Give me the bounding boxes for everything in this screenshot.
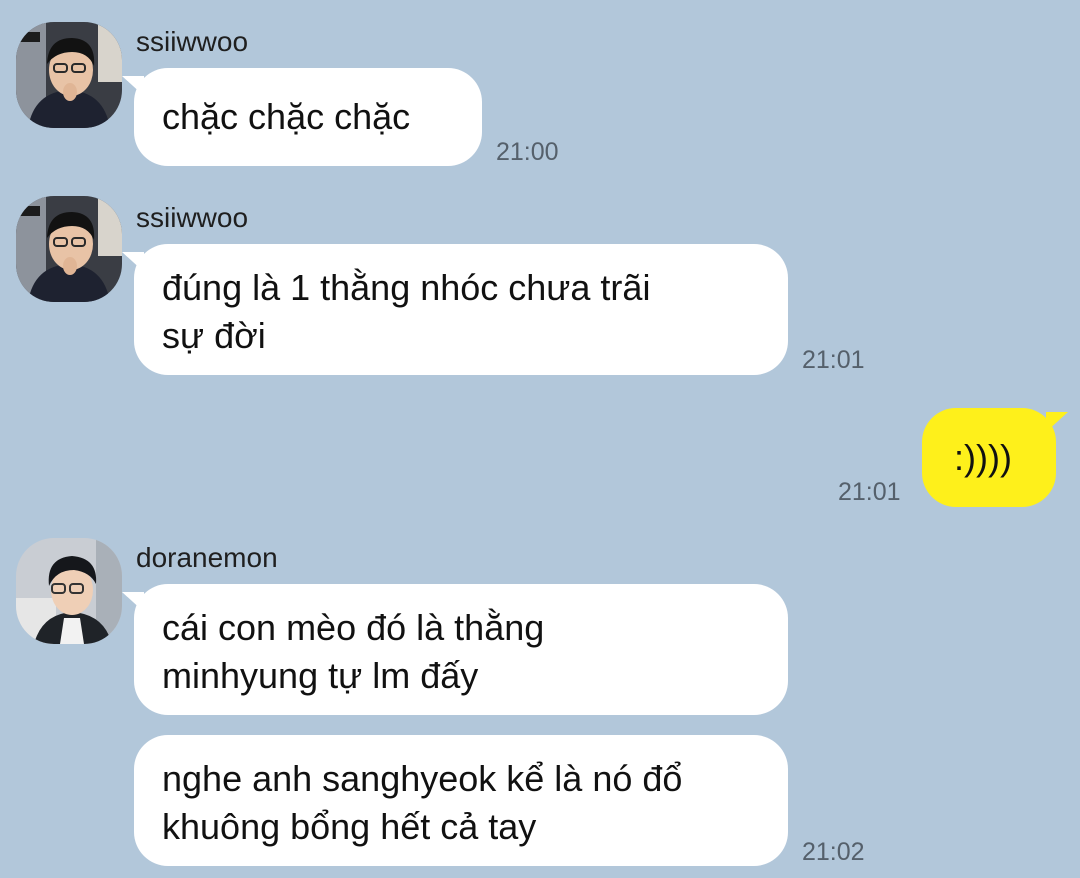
profile-photo-icon	[16, 538, 122, 644]
message-bubble-outgoing[interactable]: :))))	[922, 408, 1068, 507]
avatar[interactable]	[16, 538, 122, 644]
sender-name: doranemon	[136, 542, 278, 573]
message-bubble[interactable]: chặc chặc chặc	[122, 68, 482, 166]
message-time: 21:01	[838, 478, 901, 506]
profile-photo-icon	[16, 22, 122, 128]
message-bubble[interactable]: đúng là 1 thằng nhóc chưa trãi sự đời	[122, 244, 788, 375]
sender-name: ssiiwwoo	[136, 26, 249, 57]
sender-name: ssiiwwoo	[136, 202, 249, 233]
message-text: đúng là 1 thằng nhóc chưa trãi sự đời	[162, 267, 651, 356]
message-text: nghe anh sanghyeok kể là nó đổ khuông bổ…	[162, 758, 683, 847]
message-time: 21:01	[802, 346, 865, 374]
message-time: 21:00	[496, 138, 559, 166]
message-text: cái con mèo đó là thằng minhyung tự lm đ…	[162, 607, 545, 696]
avatar[interactable]	[16, 196, 122, 302]
message-text: chặc chặc chặc	[162, 96, 411, 137]
message-bubble[interactable]: nghe anh sanghyeok kể là nó đổ khuông bổ…	[134, 735, 788, 866]
chat-area[interactable]: ssiiwwoo chặc chặc chặc 21:00 ssiiwwoo đ…	[0, 0, 1080, 878]
message-text: :))))	[954, 437, 1012, 478]
profile-photo-icon	[16, 196, 122, 302]
avatar[interactable]	[16, 22, 122, 128]
message-bubble[interactable]: cái con mèo đó là thằng minhyung tự lm đ…	[122, 584, 788, 715]
message-time: 21:02	[802, 838, 865, 866]
